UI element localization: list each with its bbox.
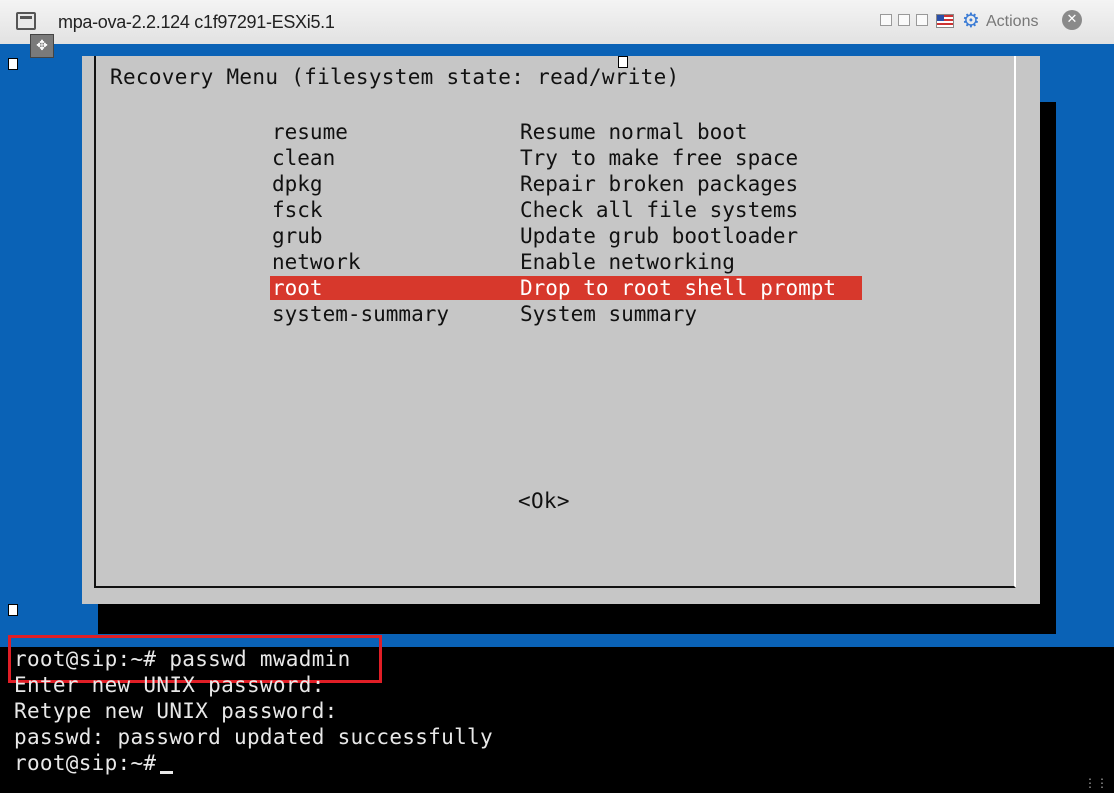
recovery-menu-title: Recovery Menu (filesystem state: read/wr… [110, 65, 680, 89]
menu-item-description: Update grub bootloader [520, 224, 799, 248]
menu-item-description: Drop to root shell prompt [520, 276, 837, 300]
menu-item[interactable]: clean Try to make free space [270, 146, 862, 170]
close-icon[interactable]: ✕ [1062, 10, 1082, 30]
move-handle-icon[interactable]: ✥ [30, 34, 54, 58]
ok-button[interactable]: <Ok> [518, 489, 570, 513]
menu-item[interactable]: network Enable networking [270, 250, 862, 274]
menu-item-key: clean [272, 146, 336, 170]
menu-item-key: dpkg [272, 172, 323, 196]
terminal-prompt: root@sip:~# [14, 751, 157, 775]
gear-icon[interactable]: ⚙ [962, 10, 980, 30]
minimize-icon[interactable] [880, 14, 892, 26]
selection-handle-icon [8, 604, 18, 616]
vm-console-icon [16, 12, 36, 30]
menu-item[interactable]: fsck Check all file systems [270, 198, 862, 222]
menu-item[interactable]: dpkg Repair broken packages [270, 172, 862, 196]
flag-icon[interactable] [936, 14, 954, 28]
menu-item[interactable]: grub Update grub bootloader [270, 224, 862, 248]
text-cursor [160, 771, 174, 774]
terminal-line: root@sip:~# passwd mwadmin [14, 647, 351, 671]
menu-item-description: Repair broken packages [520, 172, 799, 196]
menu-item-key: network [272, 250, 361, 274]
terminal-line: passwd: password updated successfully [14, 725, 493, 749]
maximize-icon[interactable] [916, 14, 928, 26]
menu-item-description: Try to make free space [520, 146, 799, 170]
selection-handle-icon [8, 58, 18, 70]
terminal-prompt-line: root@sip:~# [14, 751, 174, 775]
resize-grip-icon[interactable]: ⋮⋮ [1084, 777, 1108, 789]
menu-item-description: Resume normal boot [520, 120, 748, 144]
menu-item-description: Enable networking [520, 250, 735, 274]
window-title: mpa-ova-2.2.124 c1f97291-ESXi5.1 [58, 12, 335, 32]
terminal-line: Enter new UNIX password: [14, 673, 325, 697]
menu-item-key: root [272, 276, 323, 300]
selection-handle-icon [618, 56, 628, 68]
restore-icon[interactable] [898, 14, 910, 26]
recovery-menu-dialog: Recovery Menu (filesystem state: read/wr… [82, 56, 1040, 604]
menu-item-key: resume [272, 120, 348, 144]
menu-item[interactable]: resume Resume normal boot [270, 120, 862, 144]
menu-item-key: system-summary [272, 302, 450, 326]
menu-item-key: fsck [272, 198, 323, 222]
window-title-bar: ✥ mpa-ova-2.2.124 c1f97291-ESXi5.1 ⚙ Act… [0, 0, 1114, 58]
menu-item-description: Check all file systems [520, 198, 799, 222]
menu-item[interactable]: system-summary System summary [270, 302, 862, 326]
vm-console-screen[interactable]: Recovery Menu (filesystem state: read/wr… [0, 44, 1114, 793]
menu-item-selected[interactable]: root Drop to root shell prompt [270, 276, 862, 300]
terminal-output[interactable]: root@sip:~# passwd mwadmin Enter new UNI… [0, 635, 1114, 793]
menu-item-description: System summary [520, 302, 698, 326]
terminal-line: Retype new UNIX password: [14, 699, 338, 723]
actions-menu-button[interactable]: Actions [986, 13, 1038, 31]
menu-item-key: grub [272, 224, 323, 248]
